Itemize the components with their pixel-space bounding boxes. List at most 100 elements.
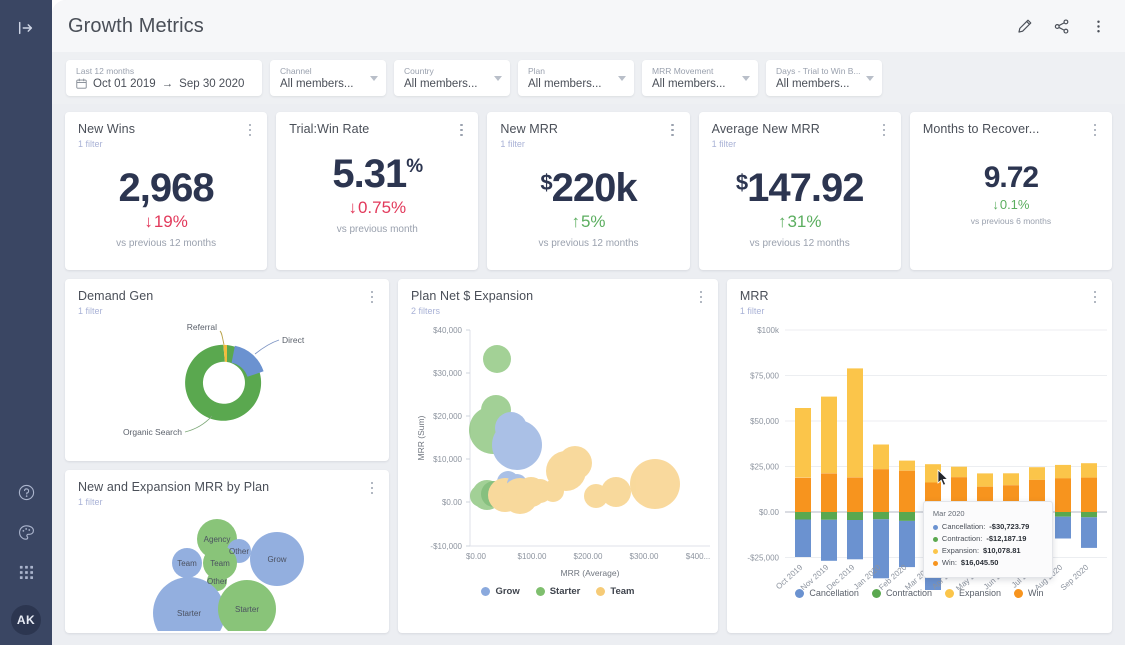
filter-date-range[interactable]: Last 12 months Oct 01 2019 → Sep 30 2020 [66, 60, 262, 96]
kpi-body: 2,968 ↓ 19% vs previous 12 months [65, 155, 267, 259]
filter-mrr-movement[interactable]: MRR Movement All members... [642, 60, 758, 96]
kpi-value: $ 220k [540, 166, 636, 210]
kpi-body: $ 147.92 ↑ 31% vs previous 12 months [699, 155, 901, 259]
card-filter-count[interactable]: 1 filter [712, 138, 889, 151]
scatter-point[interactable] [483, 345, 511, 373]
chart-card-new-expansion-mrr-by-plan[interactable]: New and Expansion MRR by Plan 1 filter [65, 470, 389, 633]
card-menu-icon[interactable] [243, 122, 257, 138]
filter-plan[interactable]: Plan All members... [518, 60, 634, 96]
x-tick-2: $200.00 [574, 552, 603, 561]
y-tick-1: $30,000 [433, 369, 462, 378]
filter-channel-label: Channel [280, 66, 377, 77]
legend-item-team[interactable]: Team [596, 586, 634, 597]
arrow-down-icon: ↓ [992, 197, 999, 212]
card-filter-count[interactable]: 1 filter [500, 138, 677, 151]
scatter-point[interactable] [601, 477, 631, 507]
card-header: Months to Recover... [910, 112, 1112, 137]
card-menu-icon[interactable] [365, 480, 379, 496]
card-menu-icon[interactable] [1088, 289, 1102, 305]
filter-country[interactable]: Country All members... [394, 60, 510, 96]
x-tick-1: $100.00 [518, 552, 547, 561]
bar-group [873, 445, 889, 579]
filter-channel[interactable]: Channel All members... [270, 60, 386, 96]
stacked-bar-chart[interactable]: $100k $75,000 $50,000 $25,000 $0.00 -$25… [727, 318, 1112, 590]
scatter-point[interactable] [630, 459, 680, 509]
scatter-point[interactable] [492, 420, 542, 470]
tooltip-value-contraction: -$12,187.19 [986, 533, 1026, 545]
scatter-plot[interactable]: $40,000 $30,000 $20,000 $10,000 $0.00 -$… [398, 318, 718, 590]
card-menu-icon[interactable] [365, 289, 379, 305]
card-filter-count[interactable]: 1 filter [78, 305, 377, 318]
legend-item-expansion[interactable]: Expansion [945, 588, 1001, 598]
help-icon[interactable] [13, 479, 39, 505]
tooltip-row: Expansion: $10,078.81 [933, 545, 1042, 557]
chart-card-plan-net-expansion[interactable]: Plan Net $ Expansion 2 filters [398, 279, 718, 633]
left-chart-column: Demand Gen 1 filter [65, 279, 389, 633]
filter-days-trial-to-win[interactable]: Days - Trial to Win B... All members... [766, 60, 882, 96]
kpi-comparison: vs previous 12 months [750, 238, 850, 249]
legend-item-cancellation[interactable]: Cancellation [795, 588, 859, 598]
more-vertical-icon[interactable] [1090, 18, 1107, 35]
legend-item-starter[interactable]: Starter [536, 586, 581, 597]
card-menu-icon[interactable] [877, 122, 891, 138]
x-axis-ticks: $0.00 $100.00 $200.00 $300.00 $400... [466, 552, 710, 561]
kpi-card-months-to-recover[interactable]: Months to Recover... 9.72 ↓ 0.1% vs prev… [910, 112, 1112, 270]
card-menu-icon[interactable] [666, 122, 680, 138]
chevron-down-icon [494, 76, 502, 81]
pencil-icon[interactable] [1016, 18, 1033, 35]
card-filter-count[interactable]: 1 filter [740, 305, 1100, 318]
packed-bubble-chart[interactable]: Agency Other Team Team Grow Other Starte… [65, 509, 389, 631]
kpi-card-trial-win-rate[interactable]: Trial:Win Rate 5.31 % ↓ 0.75% vs previou… [276, 112, 478, 270]
y-tick-2: $20,000 [433, 412, 462, 421]
scatter-point[interactable] [558, 446, 592, 480]
kpi-card-new-wins[interactable]: New Wins 1 filter 2,968 ↓ 19% vs previou… [65, 112, 267, 270]
legend-label-expansion: Expansion [959, 588, 1001, 598]
legend-item-grow[interactable]: Grow [481, 586, 519, 597]
chart-card-mrr[interactable]: MRR 1 filter [727, 279, 1112, 633]
y-tick-4: $0.00 [759, 508, 780, 517]
card-title: New and Expansion MRR by Plan [78, 480, 377, 495]
bar-group [1055, 465, 1071, 539]
kpi-prefix: $ [540, 170, 551, 196]
theme-palette-icon[interactable] [13, 519, 39, 545]
kpi-comparison: vs previous 12 months [116, 238, 216, 249]
kpi-comparison: vs previous month [337, 224, 418, 235]
avatar[interactable]: AK [11, 605, 41, 635]
card-menu-icon[interactable] [1088, 122, 1102, 138]
legend-item-contraction[interactable]: Contraction [872, 588, 932, 598]
arrow-up-icon: ↑ [571, 212, 580, 232]
filter-mrr-movement-value: All members... [652, 77, 749, 91]
chevron-down-icon [618, 76, 626, 81]
chevron-down-icon [866, 76, 874, 81]
card-menu-icon[interactable] [454, 122, 468, 138]
card-filter-count[interactable]: 2 filters [411, 305, 706, 318]
donut-leader-direct [255, 340, 279, 354]
collapse-sidebar-icon[interactable] [9, 12, 43, 44]
tooltip-label-expansion: Expansion: [942, 545, 979, 557]
kpi-card-average-new-mrr[interactable]: Average New MRR 1 filter $ 147.92 ↑ 31% [699, 112, 901, 270]
kpi-card-new-mrr[interactable]: New MRR 1 filter $ 220k ↑ 5% vs p [487, 112, 689, 270]
donut-leader-referral [220, 331, 224, 345]
donut-chart[interactable]: Referral Direct Organic Search [65, 318, 389, 458]
kpi-delta: ↓ 0.1% [992, 197, 1029, 212]
legend-item-win[interactable]: Win [1014, 588, 1044, 598]
card-menu-icon[interactable] [694, 289, 708, 305]
legend-dot-win [1014, 589, 1023, 598]
filter-country-value: All members... [404, 77, 501, 91]
apps-grid-icon[interactable] [13, 559, 39, 585]
card-filter-count[interactable]: 1 filter [78, 496, 377, 509]
filter-plan-value: All members... [528, 77, 625, 91]
tooltip-value-cancellation: -$30,723.79 [989, 521, 1029, 533]
card-title: Trial:Win Rate [289, 122, 466, 137]
topbar-actions [1016, 18, 1107, 35]
share-icon[interactable] [1053, 18, 1070, 35]
filter-date-value: Oct 01 2019 → Sep 30 2020 [76, 77, 250, 91]
card-header: Demand Gen 1 filter [65, 279, 389, 318]
tooltip-value-win: $16,045.50 [961, 557, 999, 569]
legend-label-win: Win [1028, 588, 1044, 598]
kpi-number: 2,968 [119, 166, 214, 210]
chart-card-demand-gen[interactable]: Demand Gen 1 filter [65, 279, 389, 461]
legend-label-team: Team [610, 586, 634, 597]
x-tick-11: Sep 2020 [1059, 562, 1091, 590]
card-filter-count[interactable]: 1 filter [78, 138, 255, 151]
